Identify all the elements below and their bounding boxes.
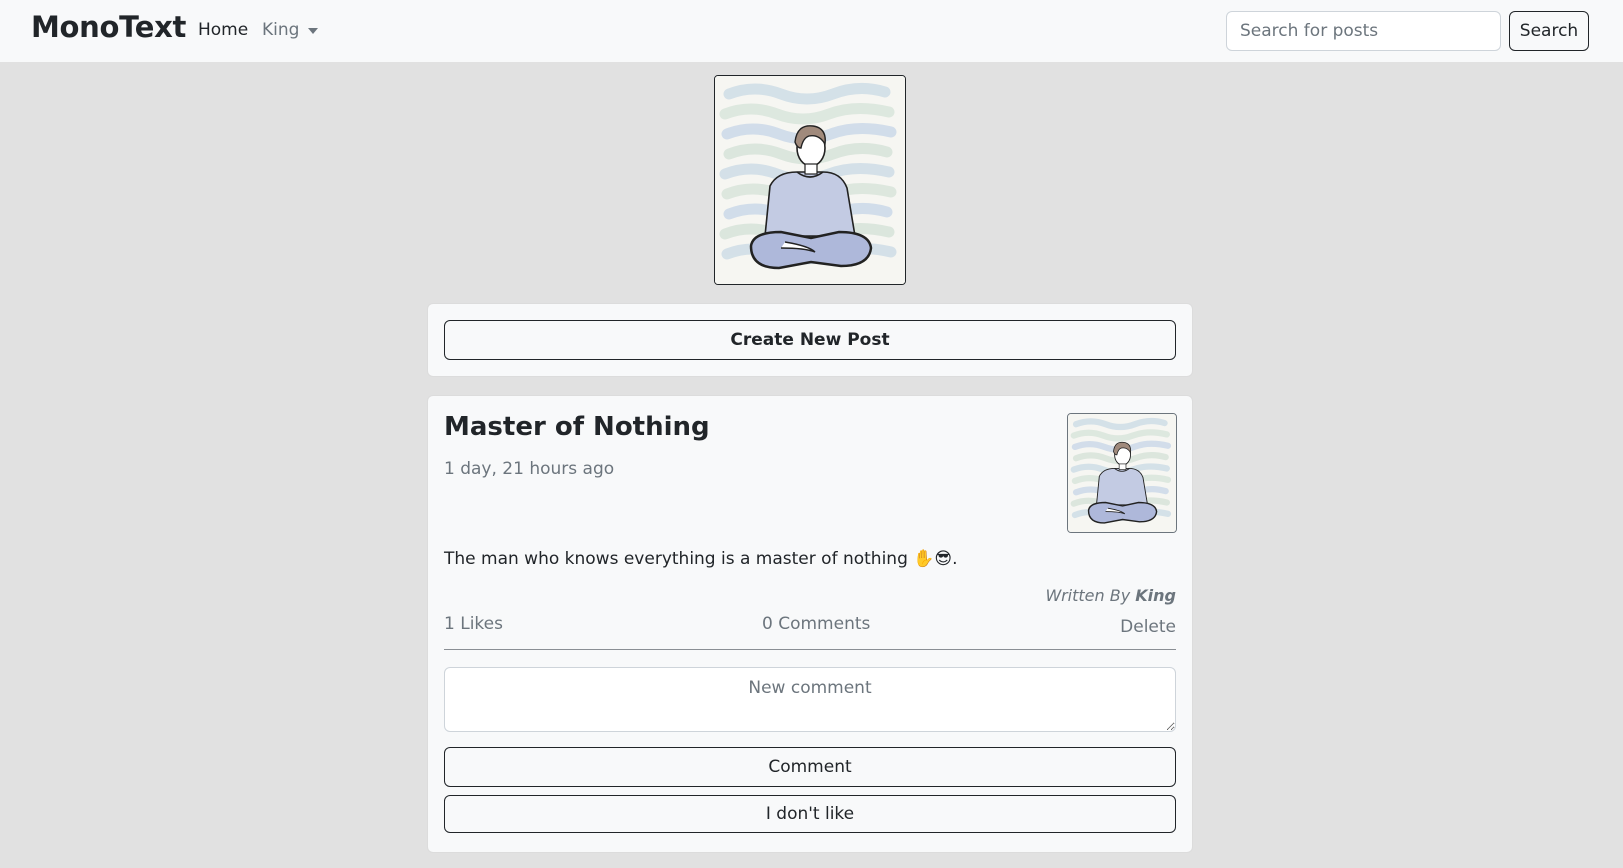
search-input[interactable]: [1226, 11, 1501, 51]
profile-avatar: [714, 75, 906, 285]
post-title: Master of Nothing: [444, 412, 710, 442]
caret-down-icon: [308, 28, 319, 34]
meditating-person-icon: [1068, 414, 1176, 532]
comment-button[interactable]: Comment: [444, 747, 1176, 787]
post-author-line: Written By King: [1046, 586, 1176, 605]
search-button[interactable]: Search: [1509, 11, 1589, 51]
delete-post-link[interactable]: Delete: [1120, 617, 1176, 637]
new-comment-input[interactable]: [444, 667, 1176, 732]
likes-count[interactable]: 1 Likes: [444, 614, 503, 634]
post-author-name: King: [1135, 586, 1176, 605]
comments-count[interactable]: 0 Comments: [762, 614, 870, 634]
user-dropdown[interactable]: King: [262, 20, 319, 40]
written-by-prefix: Written By: [1045, 586, 1131, 605]
meditating-person-icon: [715, 76, 905, 284]
post-card: Master of Nothing 1 day, 21 hours ago Th…: [427, 395, 1193, 853]
post-author-avatar: [1067, 413, 1177, 533]
post-body: The man who knows everything is a master…: [444, 549, 958, 569]
navbar: MonoText Home King Search: [0, 0, 1623, 62]
nav-home-link[interactable]: Home: [198, 20, 248, 40]
divider: [444, 649, 1176, 650]
create-new-post-button[interactable]: Create New Post: [444, 320, 1176, 360]
post-timestamp: 1 day, 21 hours ago: [444, 459, 615, 479]
user-dropdown-label: King: [262, 20, 300, 40]
brand-logo[interactable]: MonoText: [31, 10, 186, 44]
create-post-card: Create New Post: [427, 303, 1193, 377]
dislike-button[interactable]: I don't like: [444, 795, 1176, 833]
